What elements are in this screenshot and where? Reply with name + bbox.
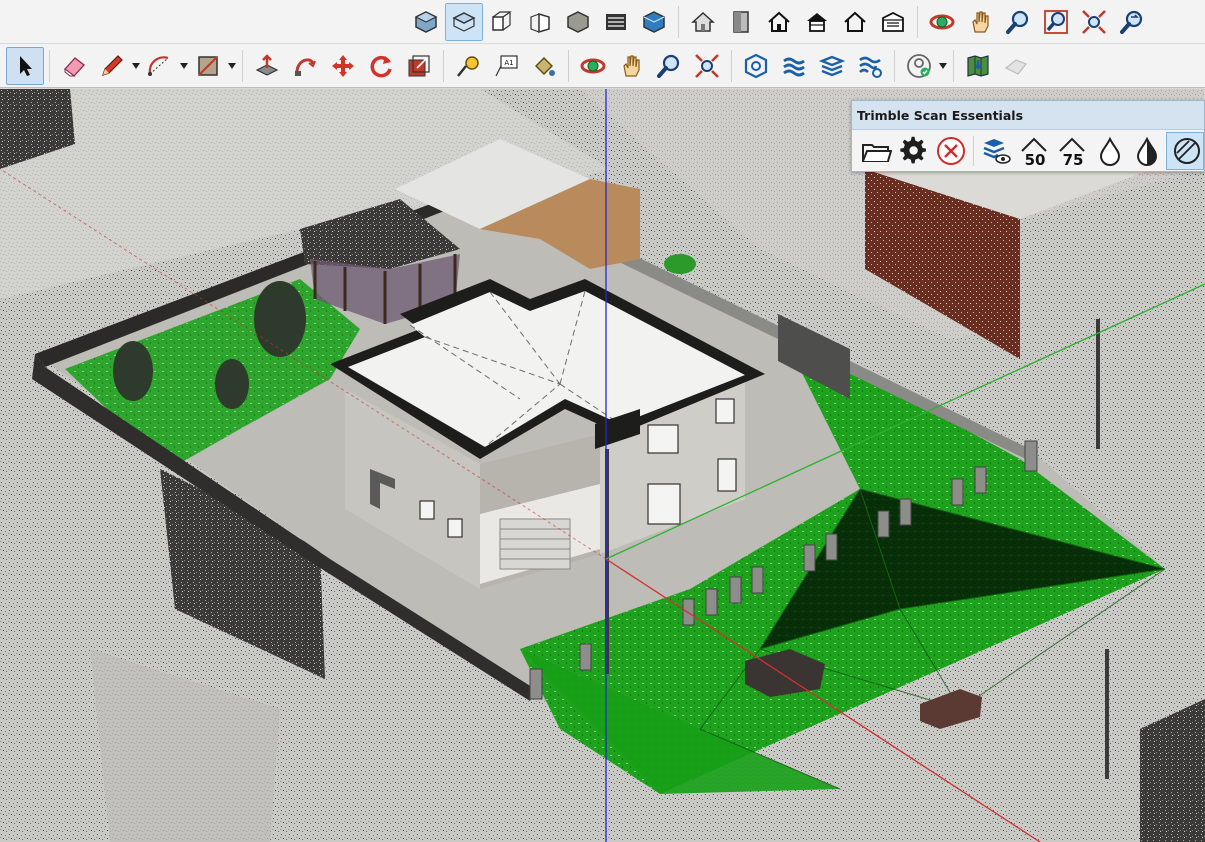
orbit-icon[interactable]	[574, 47, 612, 85]
push-pull-icon[interactable]	[248, 47, 286, 85]
arc-icon[interactable]	[141, 47, 179, 85]
settings-gear-icon[interactable]	[895, 132, 933, 170]
eraser-icon[interactable]	[55, 47, 93, 85]
home-icon[interactable]	[684, 3, 722, 41]
eraser-cloud-icon[interactable]	[997, 47, 1035, 85]
user-check-icon[interactable]	[900, 47, 938, 85]
move-icon[interactable]	[324, 47, 362, 85]
close-circle-icon[interactable]	[933, 132, 971, 170]
slice-icon[interactable]	[1166, 132, 1205, 170]
arc-dropdown-icon[interactable]	[179, 47, 189, 85]
pan-hand-icon[interactable]	[612, 47, 650, 85]
panel-buttons: 50 75	[852, 130, 1205, 172]
standard-views-group	[407, 0, 673, 43]
house-outline-icon[interactable]	[760, 3, 798, 41]
scale-icon[interactable]	[400, 47, 438, 85]
front-view-icon[interactable]	[483, 3, 521, 41]
house-plain-icon[interactable]	[836, 3, 874, 41]
rectangle-icon[interactable]	[189, 47, 227, 85]
garage-icon[interactable]	[874, 3, 912, 41]
tape-measure-icon[interactable]	[449, 47, 487, 85]
right-view-icon[interactable]	[521, 3, 559, 41]
text-label-icon[interactable]: A1	[487, 47, 525, 85]
pencil-icon[interactable]	[93, 47, 131, 85]
construction-group: A1	[449, 44, 563, 87]
select-group	[6, 44, 44, 87]
pan-hand-icon[interactable]	[961, 3, 999, 41]
rectangle-dropdown-icon[interactable]	[227, 47, 237, 85]
select-arrow-icon[interactable]	[6, 46, 44, 85]
iso-view-icon[interactable]	[407, 3, 445, 41]
left-view-icon[interactable]	[597, 3, 635, 41]
paint-bucket-icon[interactable]	[525, 47, 563, 85]
scan-box-icon[interactable]	[737, 47, 775, 85]
drop-outline-icon[interactable]	[1091, 132, 1129, 170]
top-view-icon[interactable]	[445, 2, 483, 41]
svg-text:50: 50	[1025, 151, 1046, 167]
account-group	[900, 44, 948, 87]
scan-tools-group	[737, 44, 889, 87]
zoom-extents-icon[interactable]	[688, 47, 726, 85]
user-dropdown-icon[interactable]	[938, 47, 948, 85]
view-layers-eye-icon[interactable]	[977, 132, 1015, 170]
door-icon[interactable]	[722, 3, 760, 41]
camera-group-2	[574, 44, 726, 87]
garage-door	[499, 518, 571, 570]
scan-essentials-panel[interactable]: Trimble Scan Essentials 50 75	[851, 100, 1205, 172]
zoom-icon[interactable]	[999, 3, 1037, 41]
model-viewport[interactable]: Trimble Scan Essentials 50 75	[0, 89, 1205, 842]
house-icon[interactable]	[798, 3, 836, 41]
rotate-icon[interactable]	[362, 47, 400, 85]
svg-text:A1: A1	[504, 59, 513, 67]
camera-group	[923, 0, 1151, 43]
open-folder-icon[interactable]	[857, 132, 895, 170]
point-cloud-scene[interactable]	[0, 89, 1205, 842]
main-toolbar: A1	[0, 44, 1205, 88]
zoom-extents-icon[interactable]	[1075, 3, 1113, 41]
density-50-icon[interactable]: 50	[1015, 132, 1053, 170]
pencil-dropdown-icon[interactable]	[131, 47, 141, 85]
layers-wave-icon[interactable]	[775, 47, 813, 85]
orbit-icon[interactable]	[923, 3, 961, 41]
back-view-icon[interactable]	[559, 3, 597, 41]
geo-group	[959, 44, 1035, 87]
zoom-icon[interactable]	[650, 47, 688, 85]
density-75-icon[interactable]: 75	[1053, 132, 1091, 170]
panel-title[interactable]: Trimble Scan Essentials	[852, 101, 1204, 130]
drop-half-icon[interactable]	[1128, 132, 1166, 170]
previous-view-icon[interactable]	[1113, 3, 1151, 41]
map-pin-icon[interactable]	[959, 47, 997, 85]
follow-me-icon[interactable]	[286, 47, 324, 85]
layers-stack-icon[interactable]	[813, 47, 851, 85]
edit-group	[248, 44, 438, 87]
bottom-view-icon[interactable]	[635, 3, 673, 41]
style-group	[684, 0, 912, 43]
svg-text:75: 75	[1062, 151, 1083, 167]
view-toolbar	[0, 0, 1205, 44]
layers-gear-icon[interactable]	[851, 47, 889, 85]
zoom-window-icon[interactable]	[1037, 3, 1075, 41]
draw-group	[55, 44, 237, 87]
